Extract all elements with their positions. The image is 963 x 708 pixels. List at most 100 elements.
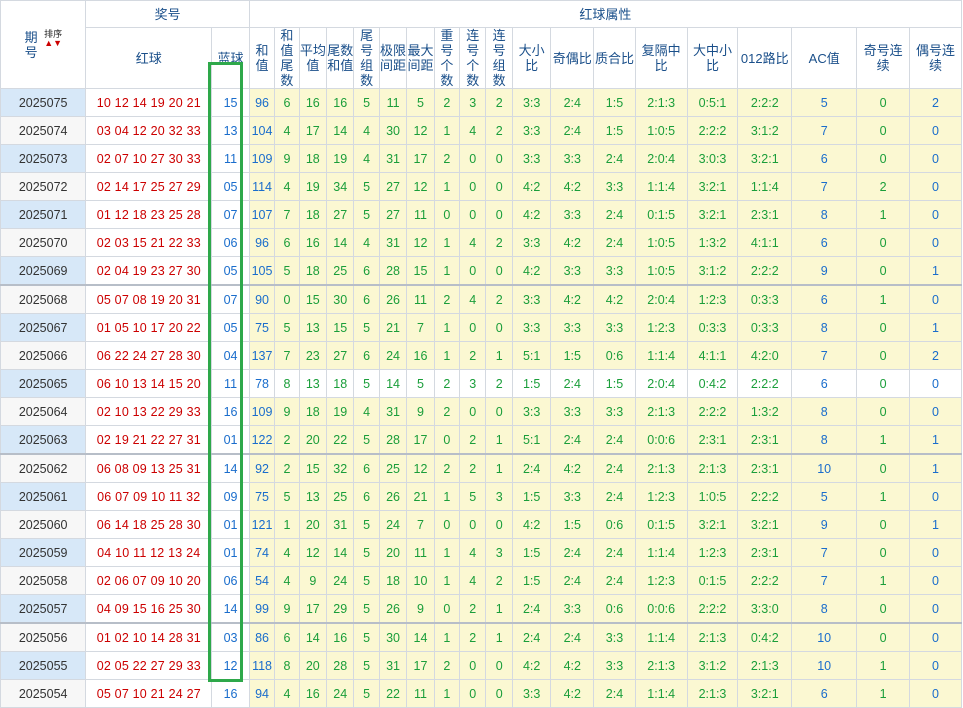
attr-cell: 2:4 xyxy=(550,538,595,567)
attr-cell: 1:5 xyxy=(511,538,552,567)
attr-cell: 1 xyxy=(433,228,461,257)
sort-arrows-icon: ▲▼ xyxy=(44,37,63,48)
blue-ball-cell: 01 xyxy=(211,425,250,455)
attr-header: 大小比 xyxy=(511,27,552,89)
attr-cell: 3:2:1 xyxy=(737,144,793,173)
attr-header: 和值 xyxy=(248,27,276,89)
attr-header: 平均值 xyxy=(298,27,328,89)
attr-cell: 1:3:2 xyxy=(737,397,793,426)
table-row: 2025064 02 10 13 22 29 33 16 109 9 18 19 4 31 9 2 0… xyxy=(0,397,962,426)
attr-cell: 0 xyxy=(909,284,962,314)
attr-cell: 4 xyxy=(274,172,300,201)
attr-cell: 17 xyxy=(298,594,328,624)
blue-ball-cell: 03 xyxy=(211,622,250,652)
attr-cell: 5 xyxy=(353,651,380,680)
attr-cell: 0:5:1 xyxy=(686,88,739,117)
red-balls-cell: 01 12 18 23 25 28 xyxy=(85,200,213,229)
attr-cell: 0 xyxy=(433,510,461,539)
attr-cell: 2:3:1 xyxy=(686,425,739,455)
red-balls-cell: 02 07 10 27 30 33 xyxy=(85,144,213,173)
attr-cell: 12 xyxy=(406,228,435,257)
attr-cell: 16 xyxy=(326,622,355,652)
attr-cell: 13 xyxy=(298,313,328,342)
attr-cell: 1 xyxy=(485,341,513,370)
period-cell: 2025067 xyxy=(0,313,87,342)
attr-cell: 1 xyxy=(856,566,910,595)
attr-cell: 4 xyxy=(274,116,300,145)
attr-cell: 5 xyxy=(353,172,380,201)
attr-cell: 18 xyxy=(326,369,355,398)
attr-cell: 6 xyxy=(274,622,300,652)
attr-cell: 31 xyxy=(378,228,408,257)
attr-cell: 0 xyxy=(856,453,910,483)
attr-cell: 3:3 xyxy=(593,313,636,342)
attr-header: 连号组数 xyxy=(485,27,513,89)
attr-cell: 0:4:2 xyxy=(737,622,793,652)
attr-cell: 0 xyxy=(459,313,487,342)
attr-cell: 1:0:5 xyxy=(634,116,688,145)
attr-cell: 0 xyxy=(459,256,487,286)
attr-cell: 7 xyxy=(274,341,300,370)
attr-cell: 2 xyxy=(433,651,461,680)
attr-cell: 5:1 xyxy=(511,425,552,455)
attr-cell: 2 xyxy=(433,88,461,117)
attr-header: 质合比 xyxy=(593,27,636,89)
period-cell: 2025065 xyxy=(0,369,87,398)
period-cell: 2025072 xyxy=(0,172,87,201)
attr-cell: 2:1:3 xyxy=(634,88,688,117)
attr-cell: 9 xyxy=(791,256,858,286)
attr-cell: 4:2 xyxy=(550,651,595,680)
attr-cell: 3:3 xyxy=(550,256,595,286)
attr-cell: 0 xyxy=(909,172,962,201)
attr-cell: 10 xyxy=(791,651,858,680)
attr-cell: 4:2 xyxy=(511,200,552,229)
attr-cell: 11 xyxy=(406,284,435,314)
attr-cell: 25 xyxy=(326,256,355,286)
attr-cell: 4 xyxy=(274,538,300,567)
attr-cell: 4:2 xyxy=(550,172,595,201)
attr-cell: 3:3 xyxy=(511,397,552,426)
attr-cell: 12 xyxy=(406,116,435,145)
attr-cell: 25 xyxy=(378,453,408,483)
table-row: 2025062 06 08 09 13 25 31 14 92 2 15 32 6 25 12 2 2… xyxy=(0,453,962,483)
attr-cell: 1:3:2 xyxy=(686,228,739,257)
attr-header: 奇号连续 xyxy=(856,27,910,89)
attr-cell: 14 xyxy=(298,622,328,652)
table-row: 2025065 06 10 13 14 15 20 11 78 8 13 18 5 14 5 2 3 2… xyxy=(0,369,962,398)
attr-header: 最大间距 xyxy=(406,27,435,89)
attr-cell: 2:4 xyxy=(593,538,636,567)
attr-cell: 0 xyxy=(433,200,461,229)
period-cell: 2025066 xyxy=(0,341,87,370)
attr-cell: 0 xyxy=(459,172,487,201)
table-row: 2025072 02 14 17 25 27 29 05 114 4 19 34 5 27 12 1… xyxy=(0,172,962,201)
attr-cell: 2 xyxy=(909,88,962,117)
period-label: 期号 xyxy=(24,29,38,60)
attr-cell: 1 xyxy=(856,651,910,680)
attr-cell: 0:1:5 xyxy=(634,200,688,229)
attr-cell: 5 xyxy=(353,566,380,595)
attr-cell: 3:0:3 xyxy=(686,144,739,173)
attr-cell: 4 xyxy=(274,566,300,595)
attr-cell: 2 xyxy=(485,228,513,257)
attr-cell: 2:1:3 xyxy=(686,453,739,483)
attr-cell: 0:6 xyxy=(593,510,636,539)
table-row: 2025055 02 05 22 27 29 33 12 118 8 20 28 5 31 17 2… xyxy=(0,651,962,680)
attr-cell: 4 xyxy=(459,284,487,314)
attr-cell: 15 xyxy=(406,256,435,286)
sort-toggle[interactable]: 排序 ▲▼ xyxy=(44,29,63,48)
attr-cell: 27 xyxy=(326,341,355,370)
attr-cell: 18 xyxy=(298,144,328,173)
attr-header: AC值 xyxy=(791,27,858,89)
attr-cell: 5 xyxy=(353,622,380,652)
attr-cell: 0 xyxy=(909,200,962,229)
attr-cell: 2:2:2 xyxy=(686,594,739,624)
attr-cell: 2 xyxy=(485,566,513,595)
attr-cell: 0 xyxy=(909,369,962,398)
attr-cell: 5 xyxy=(353,538,380,567)
attr-cell: 8 xyxy=(274,651,300,680)
attr-cell: 118 xyxy=(248,651,276,680)
attr-cell: 0 xyxy=(856,510,910,539)
table-row: 2025061 06 07 09 10 11 32 09 75 5 13 25 6 26 21 1 5… xyxy=(0,482,962,511)
attr-cell: 5 xyxy=(353,88,380,117)
attr-cell: 3:3 xyxy=(550,482,595,511)
